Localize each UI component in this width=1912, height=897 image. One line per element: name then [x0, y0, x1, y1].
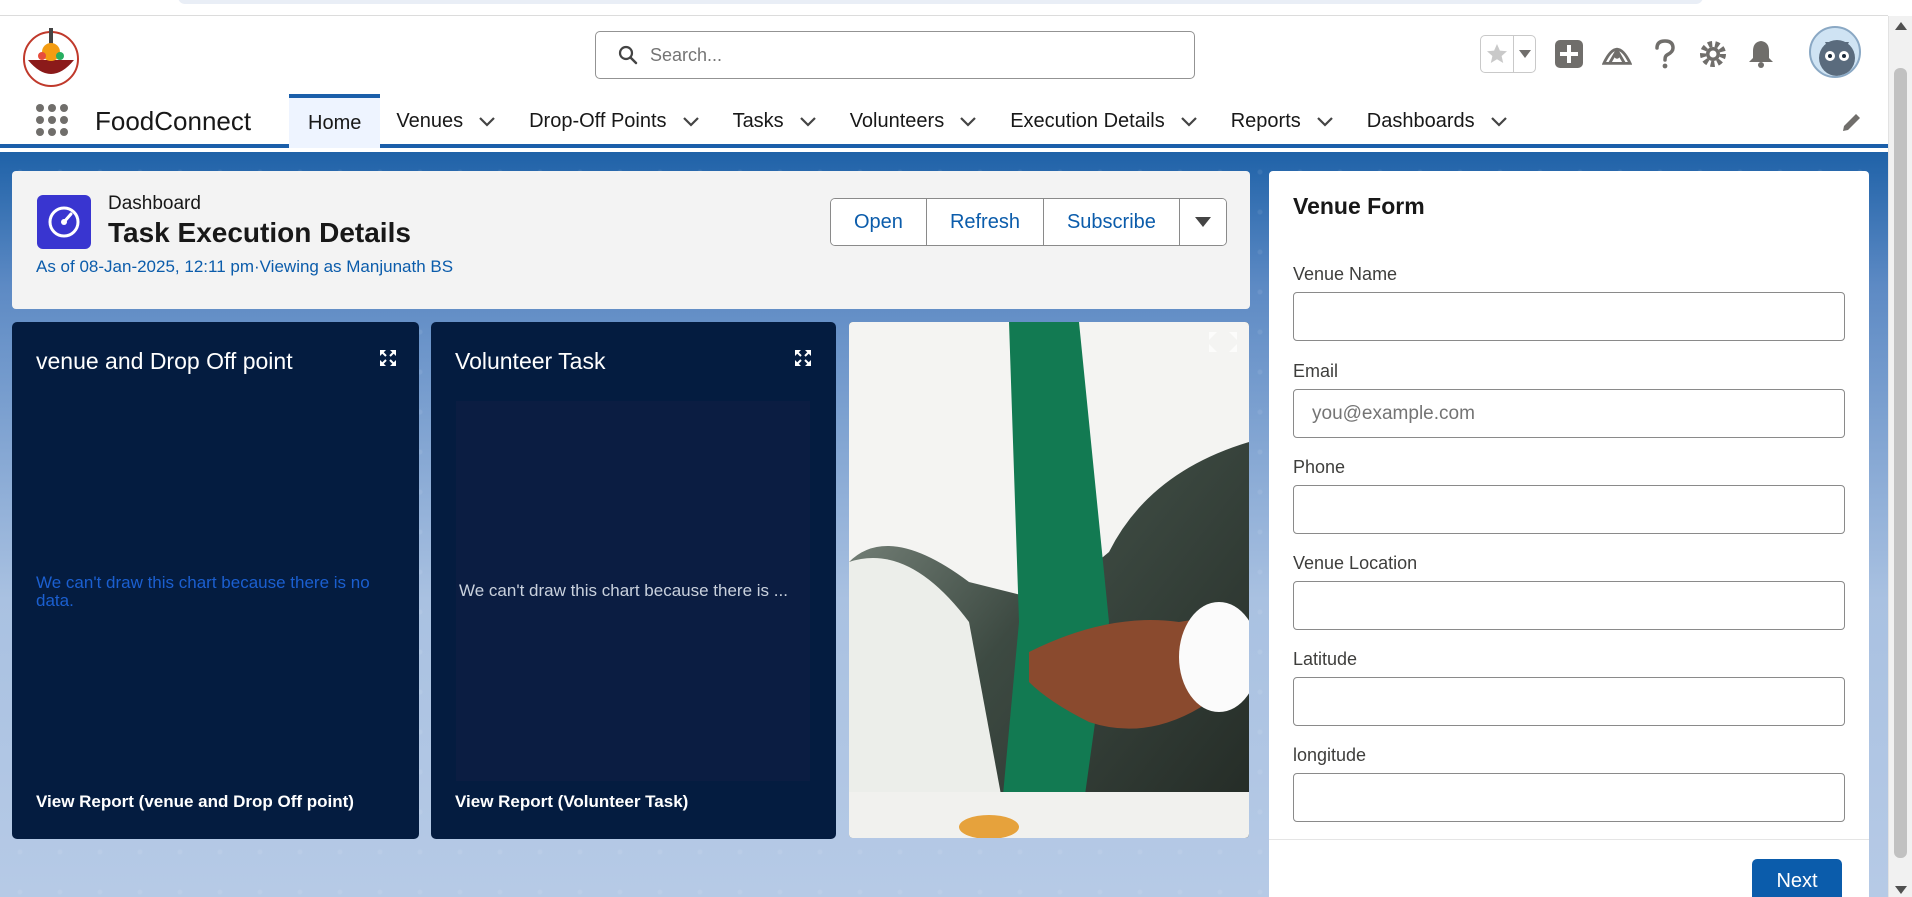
- food-serving-image: [849, 322, 1249, 838]
- chevron-down-icon[interactable]: [477, 111, 497, 131]
- browser-strip: [0, 0, 1888, 16]
- dashboard-icon: [37, 195, 91, 249]
- subscribe-button[interactable]: Subscribe: [1043, 199, 1180, 245]
- global-search-input[interactable]: Search...: [595, 31, 1195, 79]
- chevron-down-icon[interactable]: [681, 111, 701, 131]
- dashboard-tile-volunteer-task: Volunteer Task We can't draw this chart …: [431, 322, 836, 839]
- tab-reports[interactable]: Reports: [1215, 94, 1351, 148]
- form-title: Venue Form: [1293, 193, 1425, 219]
- tab-execution-details[interactable]: Execution Details: [994, 94, 1215, 148]
- scrollbar-thumb[interactable]: [1894, 68, 1907, 858]
- header-actions: [1480, 34, 1776, 74]
- more-actions-button[interactable]: [1179, 199, 1226, 245]
- next-button[interactable]: Next: [1752, 859, 1842, 897]
- venue-name-field[interactable]: [1293, 292, 1845, 341]
- chevron-down-icon[interactable]: [798, 111, 818, 131]
- tab-tasks[interactable]: Tasks: [717, 94, 834, 148]
- pencil-icon[interactable]: [1840, 110, 1864, 134]
- phone-field[interactable]: [1293, 485, 1845, 534]
- no-data-message: We can't draw this chart because there i…: [459, 581, 788, 600]
- latitude-label: Latitude: [1293, 649, 1358, 669]
- tab-venues[interactable]: Venues: [380, 94, 513, 148]
- email-field[interactable]: you@example.com: [1293, 389, 1845, 438]
- longitude-label: longitude: [1293, 745, 1367, 765]
- venue-name-label: Venue Name: [1293, 264, 1398, 284]
- bell-icon[interactable]: [1746, 39, 1776, 69]
- email-label: Email: [1293, 361, 1339, 381]
- dashboard-tile-venue-dropoff: venue and Drop Off point We can't draw t…: [12, 322, 419, 839]
- question-icon[interactable]: [1650, 39, 1680, 69]
- trailhead-icon[interactable]: [1602, 39, 1632, 69]
- tab-label: Dashboards: [1366, 109, 1475, 132]
- app-launcher-icon[interactable]: [36, 104, 68, 136]
- star-icon[interactable]: [1481, 36, 1513, 72]
- tab-dashboards[interactable]: Dashboards: [1351, 94, 1525, 148]
- tab-label: Volunteers: [849, 109, 945, 132]
- app-logo: [20, 26, 82, 88]
- open-button[interactable]: Open: [831, 199, 927, 245]
- dashboard-meta: As of 08-Jan-2025, 12:11 pm·Viewing as M…: [36, 257, 454, 276]
- latitude-field[interactable]: [1293, 677, 1845, 726]
- view-report-link[interactable]: View Report (Volunteer Task): [455, 792, 688, 812]
- favorites-menu-button[interactable]: [1513, 36, 1535, 72]
- plus-icon[interactable]: [1554, 39, 1584, 69]
- chevron-down-icon[interactable]: [1489, 111, 1509, 131]
- user-avatar[interactable]: [1809, 26, 1861, 78]
- tab-volunteers[interactable]: Volunteers: [834, 94, 995, 148]
- scroll-up-icon[interactable]: [1895, 22, 1907, 30]
- no-data-message: We can't draw this chart because there i…: [36, 573, 370, 610]
- view-report-link[interactable]: View Report (venue and Drop Off point): [36, 792, 354, 812]
- app-nav-bar: FoodConnect Home Venues Drop-Off Points …: [0, 94, 1888, 148]
- app-name: FoodConnect: [95, 106, 252, 136]
- tile-title: Volunteer Task: [455, 348, 606, 374]
- dashboard-title: Task Execution Details: [108, 217, 411, 248]
- chevron-down-icon: [1518, 50, 1531, 58]
- chevron-down-icon: [1194, 217, 1211, 227]
- email-placeholder: you@example.com: [1312, 402, 1475, 424]
- form-divider: [1269, 839, 1869, 840]
- chevron-down-icon[interactable]: [1179, 111, 1199, 131]
- tab-label: Venues: [396, 109, 464, 132]
- venue-form: Venue Form Venue Name Email you@example.…: [1269, 171, 1869, 897]
- page-scrollbar[interactable]: [1888, 16, 1912, 897]
- search-placeholder: Search...: [650, 44, 723, 65]
- tab-label: Drop-Off Points: [529, 109, 667, 132]
- search-icon: [618, 45, 638, 65]
- tab-label: Execution Details: [1010, 109, 1165, 132]
- dashboard-actions: Open Refresh Subscribe: [830, 198, 1227, 246]
- favorites-group: [1480, 35, 1536, 73]
- tab-label: Tasks: [732, 109, 784, 132]
- expand-icon[interactable]: [793, 348, 813, 368]
- tab-label: Home: [308, 111, 362, 134]
- dashboard-header: Dashboard Task Execution Details As of 0…: [12, 171, 1250, 309]
- scroll-down-icon[interactable]: [1895, 886, 1907, 894]
- tab-drop-off-points[interactable]: Drop-Off Points: [513, 94, 716, 148]
- tab-label: Reports: [1230, 109, 1301, 132]
- venue-location-label: Venue Location: [1293, 553, 1418, 573]
- global-header: Search...: [0, 16, 1888, 94]
- expand-icon[interactable]: [378, 348, 398, 368]
- venue-location-field[interactable]: [1293, 581, 1845, 630]
- longitude-field[interactable]: [1293, 773, 1845, 822]
- tile-title: venue and Drop Off point: [36, 348, 293, 374]
- chevron-down-icon[interactable]: [1315, 111, 1335, 131]
- gear-icon[interactable]: [1698, 39, 1728, 69]
- chart-area: We can't draw this chart because there i…: [456, 401, 810, 781]
- phone-label: Phone: [1293, 457, 1346, 477]
- refresh-button[interactable]: Refresh: [926, 199, 1044, 245]
- nav-tabs: Home Venues Drop-Off Points Tasks Volunt…: [289, 94, 1525, 148]
- dashboard-kicker: Dashboard: [108, 193, 201, 214]
- chevron-down-icon[interactable]: [958, 111, 978, 131]
- tab-home[interactable]: Home: [289, 94, 381, 148]
